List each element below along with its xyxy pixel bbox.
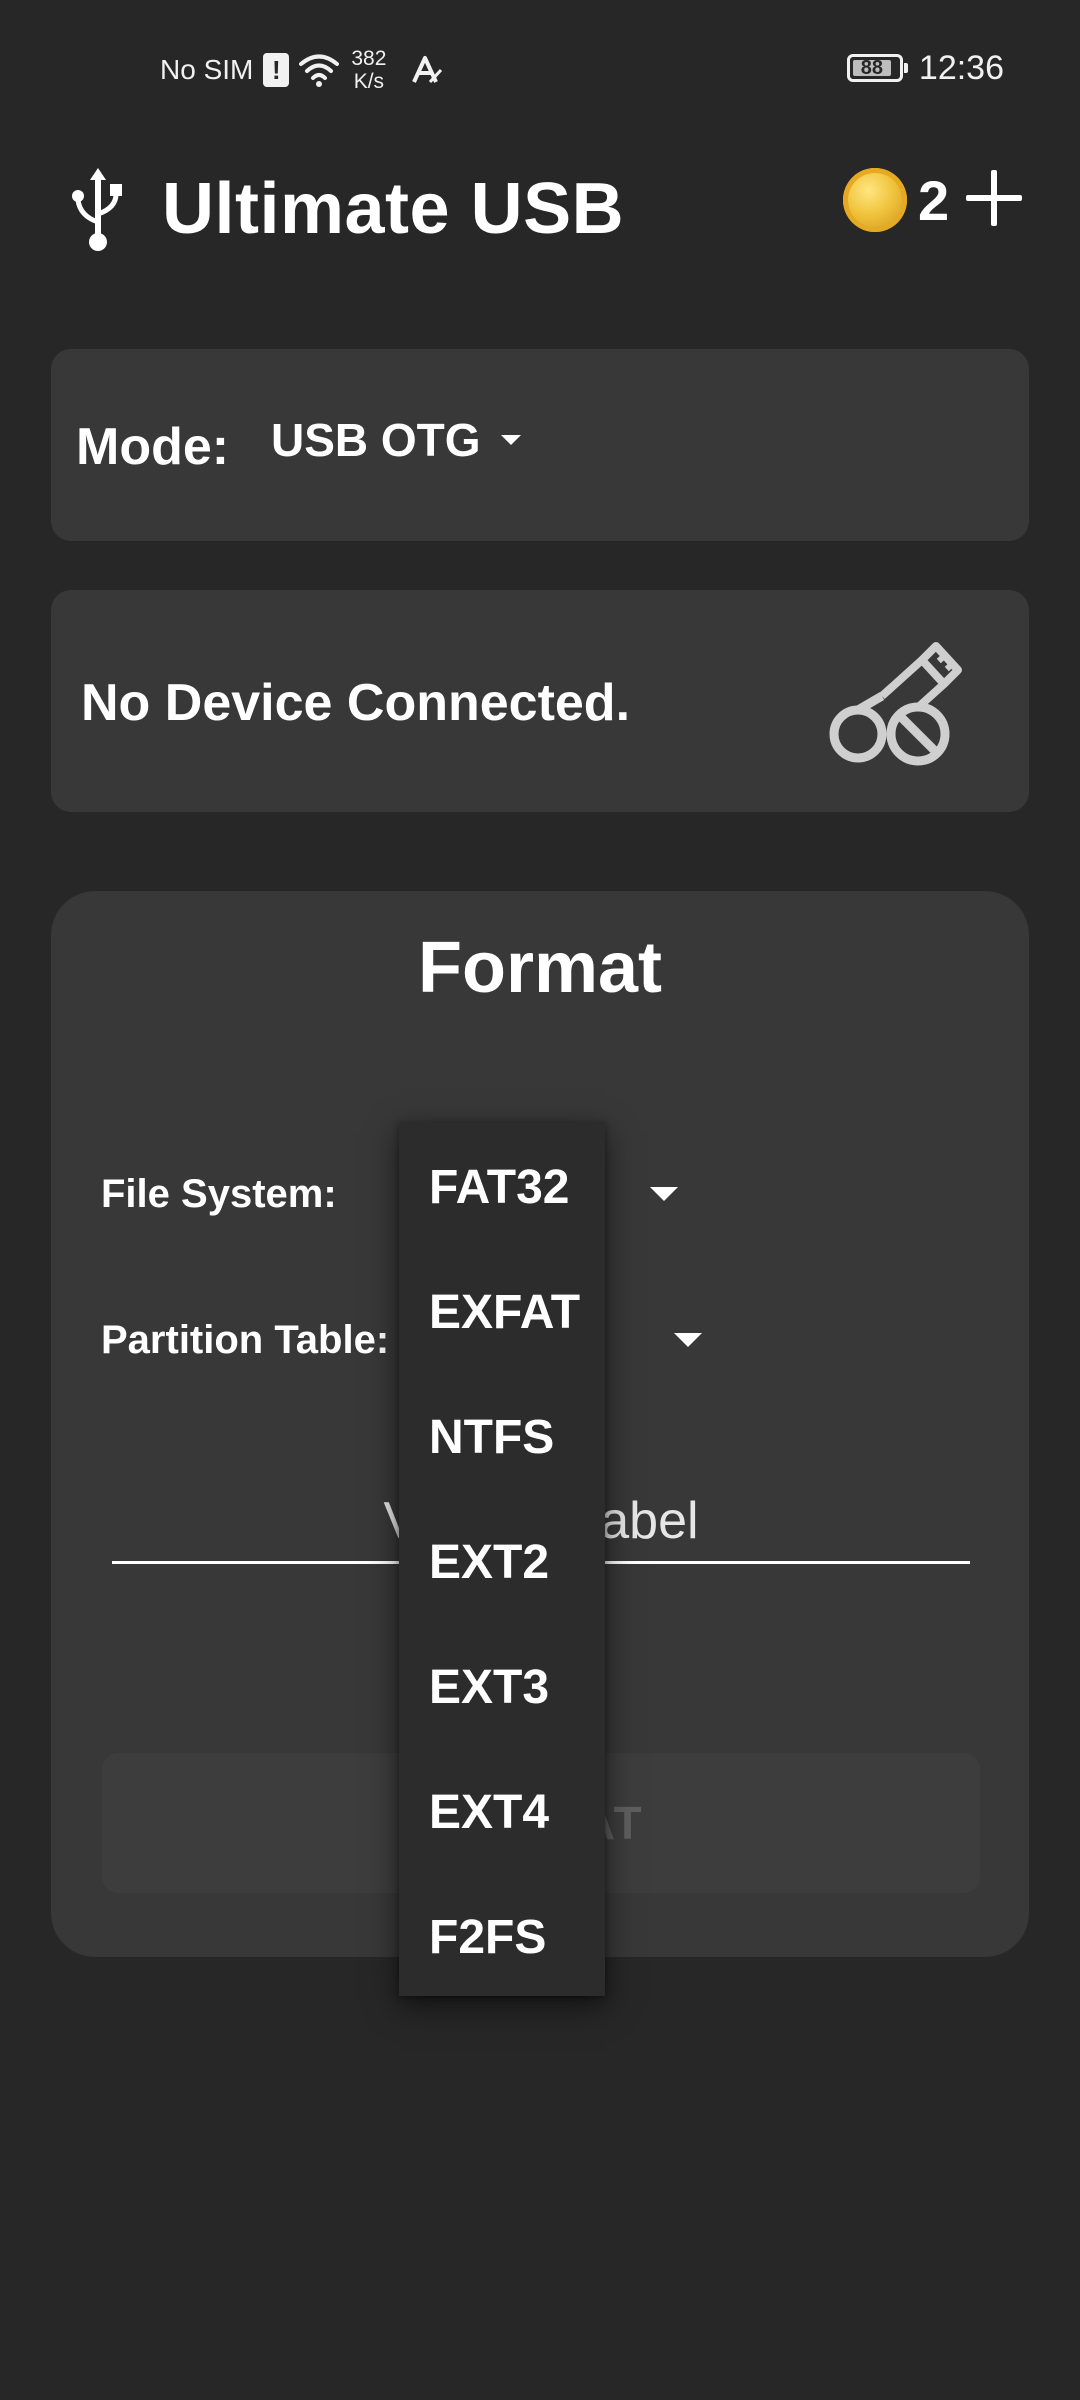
battery-level: 88: [860, 56, 884, 79]
device-status-text: No Device Connected.: [81, 674, 631, 732]
battery-tip: [903, 63, 908, 73]
dropdown-option-ext4[interactable]: EXT4: [429, 1785, 549, 1840]
mode-label: Mode:: [76, 418, 230, 476]
dropdown-option-ext3[interactable]: EXT3: [429, 1660, 549, 1715]
mode-select[interactable]: USB OTG: [271, 413, 521, 467]
partition-table-label: Partition Table:: [101, 1318, 390, 1362]
status-left: No SIM ! 382 K/s: [160, 47, 444, 93]
coin-icon[interactable]: [843, 168, 907, 232]
battery-icon: 88: [846, 54, 908, 82]
network-speed: 382 K/s: [351, 47, 386, 93]
clock: 12:36: [918, 48, 1004, 87]
app-screen: No SIM ! 382 K/s 88 12:36 Ultimate USB 2…: [0, 0, 1080, 2400]
coin-count: 2: [918, 169, 950, 232]
wifi-icon: [299, 54, 340, 87]
sim-alert-icon: !: [263, 53, 290, 87]
chevron-down-icon: [500, 435, 521, 445]
add-coins-button[interactable]: [966, 170, 1022, 226]
dropdown-option-f2fs[interactable]: F2FS: [429, 1910, 546, 1965]
usb-icon: [72, 168, 122, 251]
dropdown-option-fat32[interactable]: FAT32: [429, 1160, 569, 1215]
mode-card: Mode: USB OTG: [51, 349, 1029, 541]
file-system-dropdown-menu: FAT32 EXFAT NTFS EXT2 EXT3 EXT4 F2FS: [399, 1122, 605, 1996]
file-system-chevron-down-icon[interactable]: [650, 1187, 678, 1201]
network-speed-unit: K/s: [353, 70, 385, 93]
device-status-card: No Device Connected.: [51, 590, 1029, 812]
app-title: Ultimate USB: [162, 169, 625, 249]
auto-icon: [412, 56, 443, 84]
format-title: Format: [417, 928, 663, 1008]
usb-blocked-icon: [829, 642, 962, 766]
app-bar: Ultimate USB 2: [0, 150, 1080, 280]
partition-table-chevron-down-icon[interactable]: [674, 1333, 702, 1347]
dropdown-option-ntfs[interactable]: NTFS: [429, 1410, 554, 1465]
dropdown-option-exfat[interactable]: EXFAT: [429, 1285, 580, 1340]
dropdown-option-ext2[interactable]: EXT2: [429, 1535, 549, 1590]
file-system-label: File System:: [101, 1172, 337, 1216]
status-bar: No SIM ! 382 K/s 88 12:36: [0, 0, 1080, 130]
status-right: 88 12:36: [846, 46, 1004, 90]
mode-value: USB OTG: [271, 414, 481, 466]
network-speed-value: 382: [351, 47, 387, 70]
carrier-text: No SIM: [160, 54, 254, 85]
